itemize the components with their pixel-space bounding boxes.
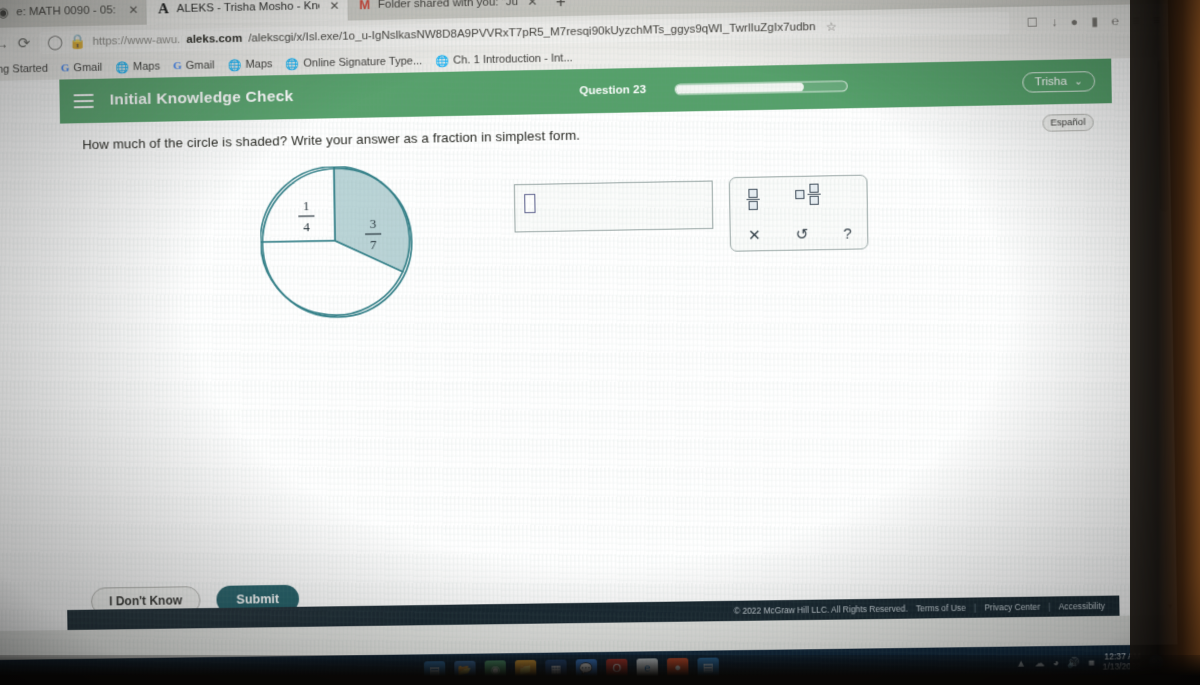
- bookmark-item-ch1-intro[interactable]: 🌐 Ch. 1 Introduction - Int...: [435, 52, 573, 68]
- globe-icon: 🌐: [227, 59, 242, 72]
- laptop-bezel-right: [1130, 0, 1200, 685]
- extensions-icon[interactable]: ▮: [1091, 14, 1098, 28]
- chevron-down-icon: ⌄: [1074, 75, 1083, 88]
- clear-button[interactable]: ✕: [748, 226, 761, 244]
- bookmark-item-gmail-2[interactable]: G Gmail: [173, 59, 215, 72]
- bookmark-label: Maps: [132, 60, 161, 74]
- reload-icon[interactable]: ⟳: [18, 34, 31, 52]
- fraction-template-icon[interactable]: [746, 185, 760, 211]
- laptop-screen-photo: ◉ e: MATH 0090 - 05: Acce ✕ A ALEKS - Tr…: [0, 0, 1200, 685]
- shield-icon[interactable]: ◯: [47, 33, 63, 50]
- library-icon[interactable]: ℮: [1111, 13, 1119, 27]
- math-keypad: ✕ ↺ ?: [728, 174, 870, 252]
- bookmark-label: Gmail: [185, 59, 215, 73]
- tab-label: ALEKS - Trisha Mosho - Knowle: [176, 0, 320, 16]
- keypad-action-row: ✕ ↺ ?: [731, 218, 870, 251]
- browser-window: ◉ e: MATH 0090 - 05: Acce ✕ A ALEKS - Tr…: [0, 0, 1179, 685]
- page-left-margin: [0, 79, 68, 631]
- privacy-center-link[interactable]: Privacy Center: [984, 602, 1040, 613]
- aleks-icon: A: [157, 1, 170, 18]
- forward-arrow-icon[interactable]: →: [0, 35, 9, 51]
- bookmark-item-maps-1[interactable]: 🌐 Maps: [115, 60, 160, 74]
- bookmark-item-getting-started[interactable]: ng Started: [0, 63, 48, 76]
- tab-label: Folder shared with you: "Juveni: [377, 0, 518, 11]
- svg-text:4: 4: [303, 219, 310, 234]
- url-scheme: https://www-awu.: [92, 33, 181, 48]
- user-menu-button[interactable]: Trisha ⌄: [1022, 71, 1096, 93]
- tab-label: e: MATH 0090 - 05: Acce: [16, 4, 118, 19]
- svg-text:1: 1: [303, 198, 310, 213]
- footer-separator: |: [973, 602, 977, 613]
- page-viewport: Initial Knowledge Check Question 23 Tris…: [0, 57, 1178, 680]
- undo-button[interactable]: ↺: [796, 225, 809, 243]
- download-icon[interactable]: ↓: [1051, 15, 1057, 29]
- progress-bar-fill: [675, 82, 804, 94]
- gmail-g-icon: G: [173, 60, 182, 73]
- bookmark-label: ng Started: [0, 62, 48, 76]
- url-domain: aleks.com: [186, 32, 243, 46]
- copyright-text: © 2022 McGraw Hill LLC. All Rights Reser…: [733, 603, 908, 616]
- circle-diagram-svg: 1 4 3 7: [259, 165, 414, 320]
- bookmark-item-maps-2[interactable]: 🌐 Maps: [227, 58, 273, 72]
- new-tab-button[interactable]: +: [545, 0, 576, 16]
- globe-icon: 🌐: [435, 55, 450, 68]
- pie-chart-figure: 1 4 3 7: [259, 165, 415, 325]
- bookmark-item-gmail-1[interactable]: G Gmail: [61, 62, 103, 75]
- account-icon[interactable]: ●: [1070, 14, 1078, 28]
- tab-close-icon[interactable]: ✕: [128, 3, 138, 17]
- hamburger-icon[interactable]: [73, 93, 94, 109]
- terms-of-use-link[interactable]: Terms of Use: [916, 603, 966, 614]
- laptop-bezel-bottom: [0, 655, 1200, 685]
- footer-separator: |: [1048, 601, 1051, 612]
- bookmark-label: Maps: [245, 58, 273, 71]
- browser-tab-2-active[interactable]: A ALEKS - Trisha Mosho - Knowle ✕: [146, 0, 348, 25]
- language-toggle-button[interactable]: Español: [1041, 113, 1094, 132]
- help-button[interactable]: ?: [843, 225, 852, 242]
- aleks-page: Initial Knowledge Check Question 23 Tris…: [59, 58, 1120, 680]
- bookmark-label: Ch. 1 Introduction - Int...: [453, 52, 573, 67]
- question-number-label: Question 23: [579, 83, 647, 98]
- gmail-icon: M: [359, 0, 371, 13]
- bookmark-label: Gmail: [73, 61, 103, 75]
- browser-tab-1[interactable]: ◉ e: MATH 0090 - 05: Acce ✕: [0, 0, 147, 28]
- keypad-template-row: [730, 180, 869, 217]
- generic-icon: ◉: [0, 4, 10, 20]
- user-name-label: Trisha: [1034, 75, 1068, 89]
- globe-icon: 🌐: [285, 58, 300, 71]
- tab-close-icon[interactable]: ✕: [527, 0, 537, 9]
- lock-icon: 🔒: [68, 32, 87, 50]
- tab-close-icon[interactable]: ✕: [329, 0, 339, 13]
- bookmark-item-online-signature[interactable]: 🌐 Online Signature Type...: [285, 55, 423, 71]
- bookmark-label: Online Signature Type...: [303, 55, 423, 70]
- gmail-g-icon: G: [60, 62, 70, 75]
- pocket-icon[interactable]: ☐: [1027, 15, 1038, 29]
- progress-bar: [674, 80, 848, 96]
- answer-cursor-cell[interactable]: [524, 193, 536, 214]
- answer-input[interactable]: [513, 180, 714, 233]
- svg-text:7: 7: [370, 237, 377, 252]
- accessibility-link[interactable]: Accessibility: [1059, 601, 1105, 612]
- url-path: /alekscgi/x/Isl.exe/1o_u-IgNslkasNW8D8A9…: [248, 20, 816, 45]
- svg-text:3: 3: [370, 216, 377, 231]
- bookmark-star-icon[interactable]: ☆: [826, 19, 837, 33]
- page-title: Initial Knowledge Check: [109, 87, 294, 109]
- quarter-sector: [259, 166, 335, 242]
- mixed-number-template-icon[interactable]: [795, 183, 821, 206]
- globe-icon: 🌐: [115, 61, 130, 74]
- question-text: How much of the circle is shaded? Write …: [82, 127, 581, 153]
